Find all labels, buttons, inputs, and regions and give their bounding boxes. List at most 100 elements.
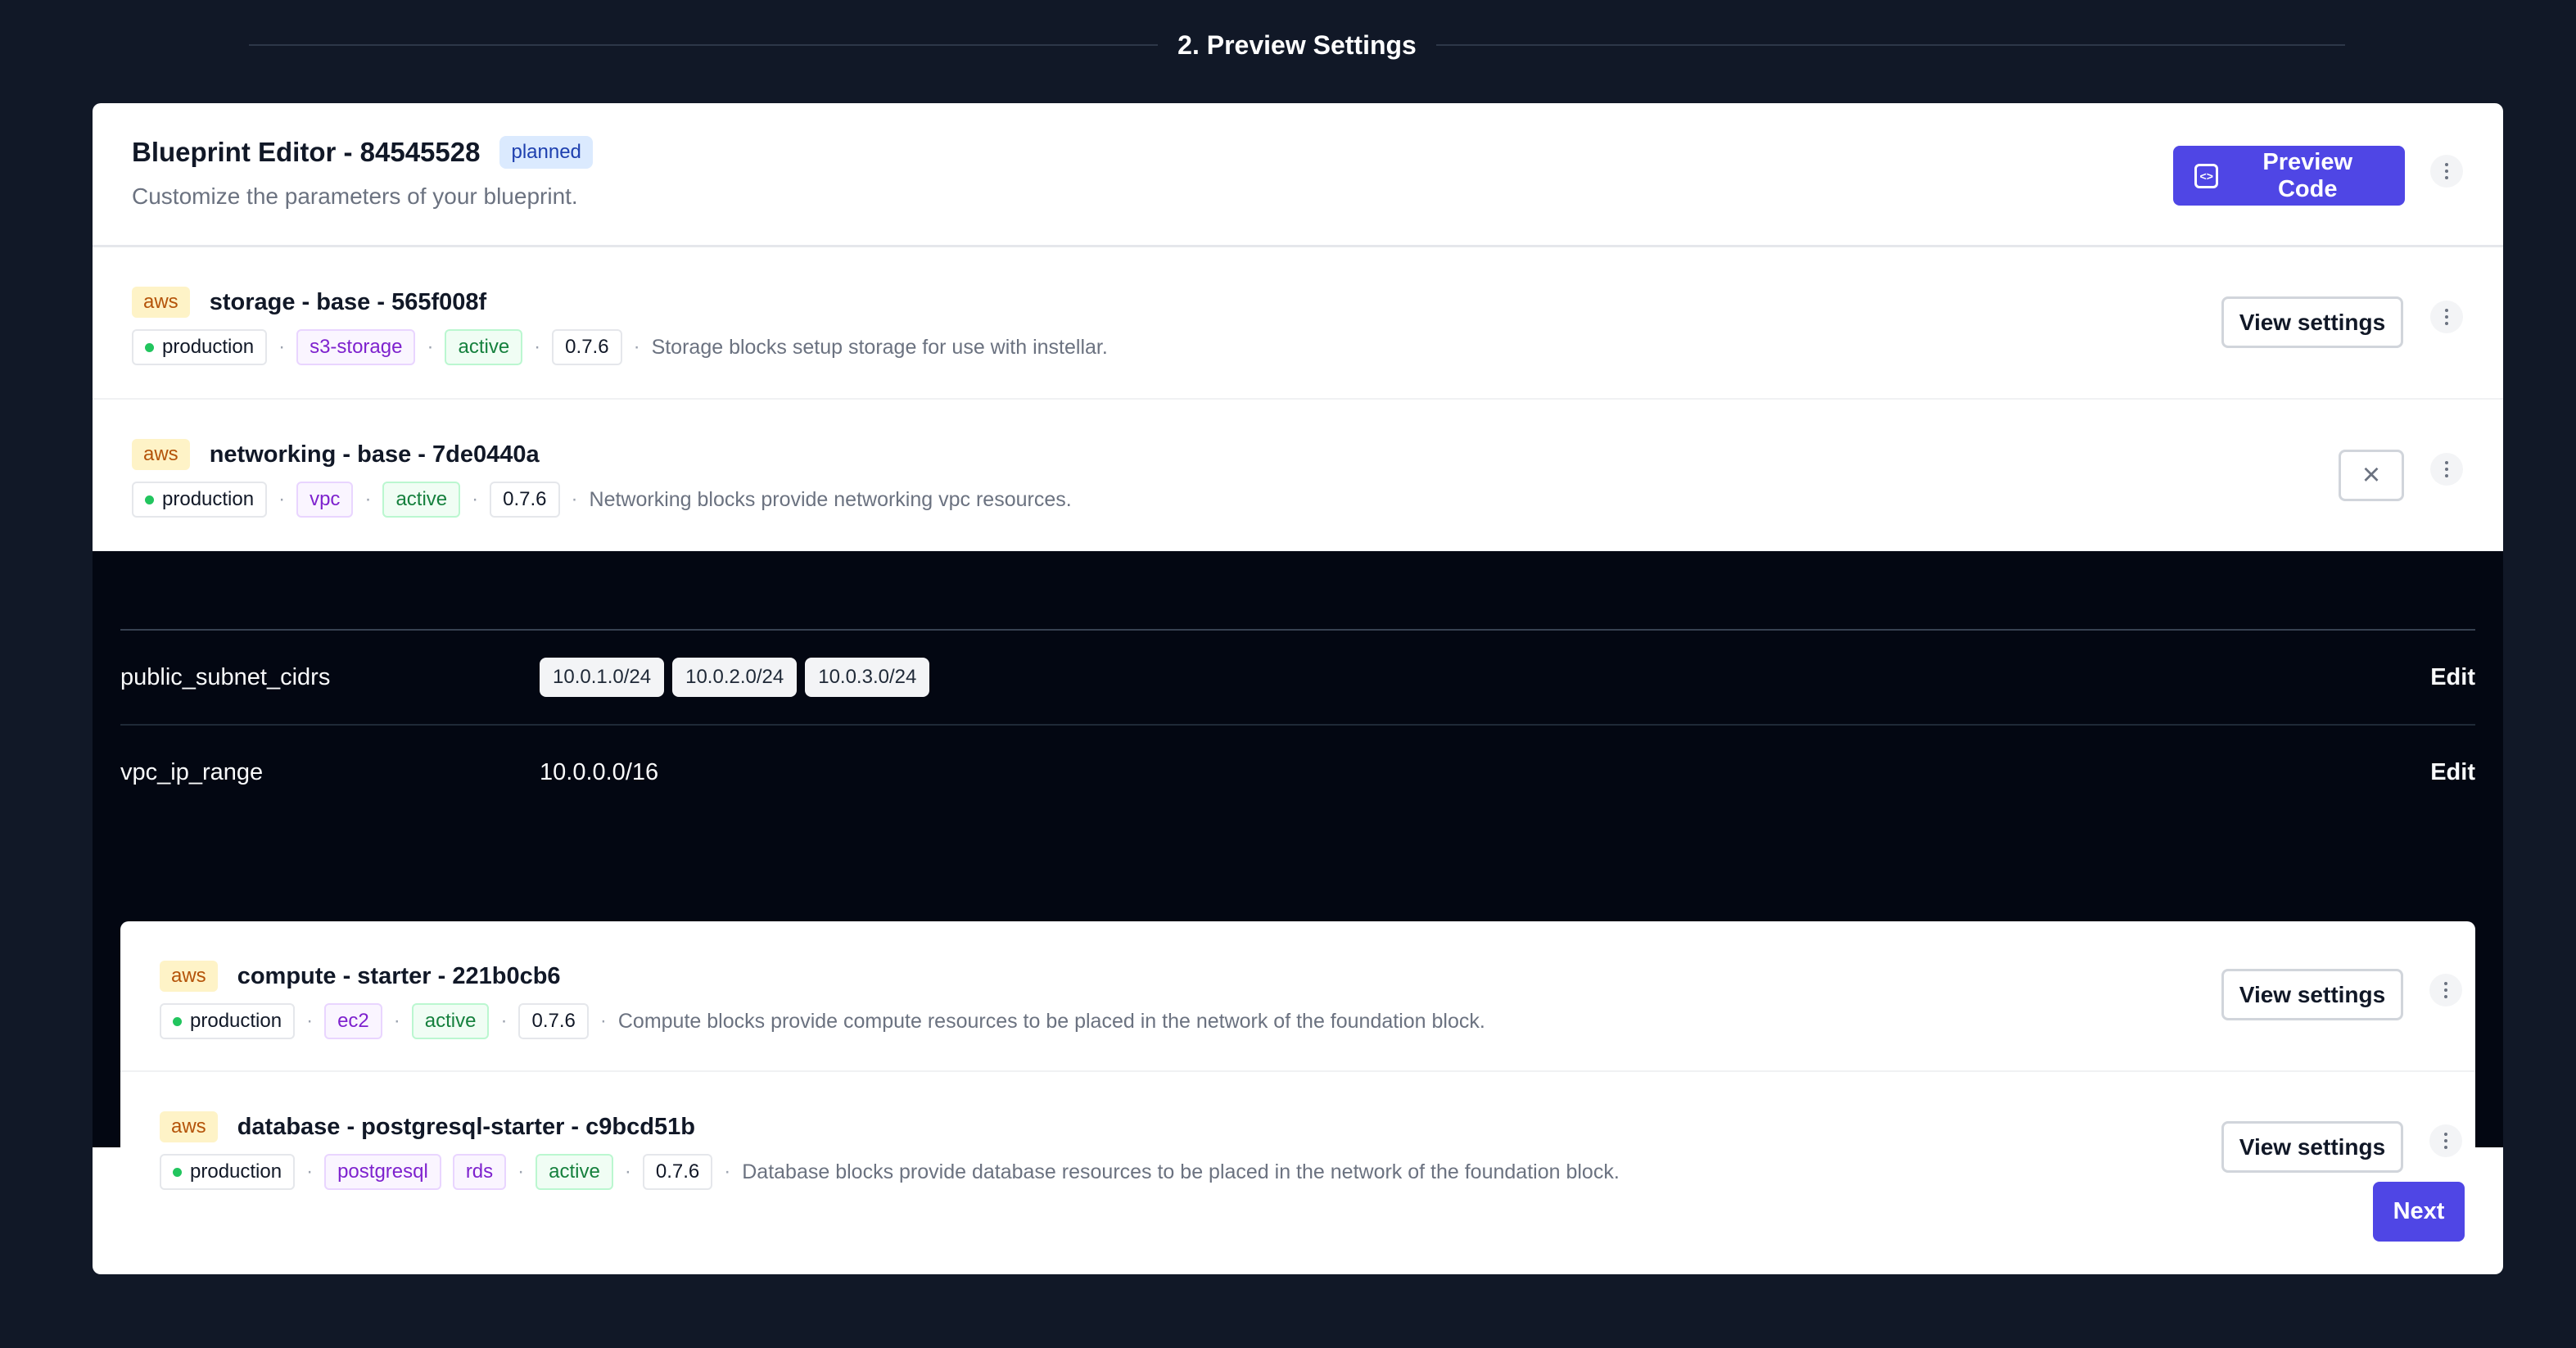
setting-value: 10.0.1.0/24 10.0.2.0/24 10.0.3.0/24 (540, 658, 2430, 697)
step-header: 2. Preview Settings (249, 25, 2346, 66)
setting-value: 10.0.0.0/16 (540, 758, 659, 785)
provider-badge: aws (160, 961, 218, 992)
status-dot-icon (145, 342, 154, 352)
separator: · (306, 1010, 314, 1032)
tag-pill: postgresql (324, 1154, 441, 1190)
tag-pill: s3-storage (296, 329, 416, 365)
provider-badge: aws (132, 287, 190, 318)
block-row-compute: aws compute - starter - 221b0cb6 product… (120, 921, 2475, 1072)
separator: · (500, 1010, 508, 1032)
status-pill: active (411, 1003, 490, 1039)
view-settings-button[interactable]: View settings (2221, 969, 2403, 1020)
block-row-networking: aws networking - base - 7de0440a product… (93, 400, 2503, 552)
env-pill: production (132, 329, 268, 365)
separator: · (278, 488, 286, 510)
tag-pill: vpc (296, 482, 354, 518)
block-name: networking - base - 7de0440a (209, 441, 540, 468)
separator: · (306, 1160, 314, 1183)
env-label: production (162, 336, 255, 358)
view-settings-button[interactable]: View settings (2221, 1121, 2403, 1173)
next-button[interactable]: Next (2373, 1182, 2465, 1242)
divider-line (249, 44, 1159, 46)
edit-button[interactable]: Edit (2430, 664, 2475, 691)
block-row-storage: aws storage - base - 565f008f production… (93, 247, 2503, 400)
dependent-blocks-card: aws compute - starter - 221b0cb6 product… (120, 921, 2475, 1223)
separator: · (517, 1160, 525, 1183)
version-pill: 0.7.6 (490, 482, 560, 518)
separator: · (393, 1010, 400, 1032)
separator: · (364, 488, 372, 510)
setting-key: public_subnet_cidrs (120, 663, 331, 690)
header-kebab-menu-icon[interactable] (2430, 155, 2463, 188)
status-pill: active (445, 329, 523, 365)
separator: · (472, 488, 479, 510)
title-row: Blueprint Editor - 84545528 planned (132, 136, 593, 169)
page-title: Blueprint Editor - 84545528 (132, 137, 481, 167)
separator: · (571, 488, 578, 510)
cidr-chip: 10.0.1.0/24 (540, 658, 665, 697)
preview-code-button[interactable]: <> Preview Code (2173, 146, 2405, 206)
status-pill: active (382, 482, 461, 518)
block-row-database: aws database - postgresql-starter - c9bc… (120, 1072, 2475, 1223)
status-badge: planned (499, 136, 593, 169)
setting-key: vpc_ip_range (120, 758, 264, 785)
block-description: Networking blocks provide networking vpc… (589, 487, 1072, 511)
block-kebab-menu-icon[interactable] (2430, 301, 2463, 333)
block-meta-row: production · ec2 · active · 0.7.6 · Comp… (160, 1003, 1485, 1039)
env-pill: production (132, 482, 268, 518)
status-dot-icon (173, 1167, 182, 1177)
tag-pill: ec2 (324, 1003, 382, 1039)
status-pill: active (536, 1154, 613, 1190)
block-name: storage - base - 565f008f (209, 288, 487, 315)
env-pill: production (160, 1003, 296, 1039)
setting-row-vpc-ip-range: vpc_ip_range 10.0.0.0/16 Edit (120, 726, 2475, 819)
block-name: compute - starter - 221b0cb6 (237, 962, 561, 989)
block-description: Storage blocks setup storage for use wit… (651, 335, 1108, 359)
version-pill: 0.7.6 (552, 329, 622, 365)
step-title: 2. Preview Settings (1177, 29, 1417, 60)
view-settings-button[interactable]: View settings (2221, 296, 2403, 348)
env-label: production (190, 1160, 282, 1183)
separator: · (633, 336, 640, 358)
status-dot-icon (145, 495, 154, 504)
provider-badge: aws (132, 439, 190, 470)
env-pill: production (160, 1154, 296, 1190)
page-subtitle: Customize the parameters of your bluepri… (132, 183, 578, 209)
tag-pill: rds (452, 1154, 507, 1190)
block-kebab-menu-icon[interactable] (2430, 453, 2463, 486)
setting-row-public-subnet-cidrs: public_subnet_cidrs 10.0.1.0/24 10.0.2.0… (120, 631, 2475, 724)
blueprint-editor-card: Blueprint Editor - 84545528 planned Cust… (93, 103, 2503, 1274)
close-icon: × (2361, 458, 2381, 492)
divider-line (1435, 44, 2346, 46)
block-name-row: aws networking - base - 7de0440a (132, 439, 540, 470)
block-name-row: aws storage - base - 565f008f (132, 287, 486, 318)
edit-button[interactable]: Edit (2430, 759, 2475, 786)
card-header: Blueprint Editor - 84545528 planned Cust… (93, 103, 2503, 247)
cidr-chip: 10.0.2.0/24 (672, 658, 798, 697)
block-meta-row: production · s3-storage · active · 0.7.6… (132, 329, 1108, 365)
close-settings-button[interactable]: × (2339, 450, 2404, 501)
block-kebab-menu-icon[interactable] (2429, 974, 2462, 1006)
separator: · (427, 336, 434, 358)
block-name-row: aws compute - starter - 221b0cb6 (160, 961, 561, 992)
env-label: production (190, 1010, 282, 1032)
block-name-row: aws database - postgresql-starter - c9bc… (160, 1111, 695, 1142)
cidr-chip: 10.0.3.0/24 (805, 658, 930, 697)
code-icon: <> (2194, 163, 2219, 188)
separator: · (624, 1160, 631, 1183)
separator: · (534, 336, 541, 358)
block-meta-row: production · vpc · active · 0.7.6 · Netw… (132, 482, 1072, 518)
block-description: Compute blocks provide compute resources… (617, 1009, 1485, 1033)
separator: · (724, 1160, 731, 1183)
block-name: database - postgresql-starter - c9bcd51b (237, 1113, 695, 1140)
separator: · (278, 336, 286, 358)
provider-badge: aws (160, 1111, 218, 1142)
block-description: Database blocks provide database resourc… (742, 1160, 1620, 1183)
separator: · (599, 1010, 607, 1032)
network-settings-panel: public_subnet_cidrs 10.0.1.0/24 10.0.2.0… (93, 551, 2503, 1223)
block-kebab-menu-icon[interactable] (2429, 1124, 2462, 1157)
status-dot-icon (173, 1016, 182, 1026)
version-pill: 0.7.6 (518, 1003, 589, 1039)
block-meta-row: production · postgresql rds · active · 0… (160, 1154, 1620, 1190)
preview-code-label: Preview Code (2262, 148, 2353, 202)
